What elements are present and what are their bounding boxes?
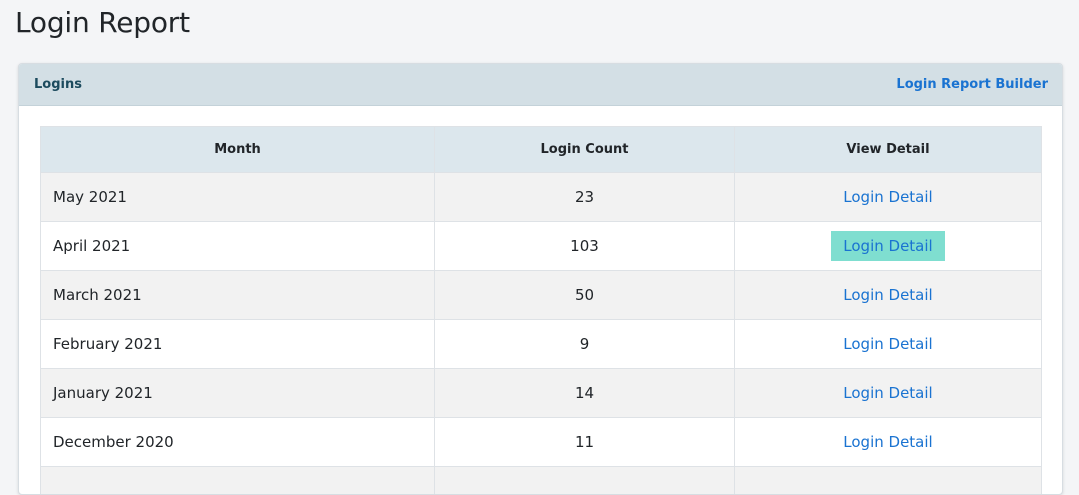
page-title: Login Report — [15, 6, 190, 39]
login-count-cell: 50 — [435, 271, 735, 320]
column-header-login-count[interactable]: Login Count — [435, 127, 735, 173]
table-row: March 2021 50 Login Detail — [41, 271, 1042, 320]
login-detail-link[interactable]: Login Detail — [831, 182, 944, 212]
card-title: Logins — [34, 77, 82, 92]
card-header: Logins Login Report Builder — [19, 64, 1062, 106]
login-detail-link[interactable]: Login Detail — [831, 231, 944, 261]
column-header-view-detail[interactable]: View Detail — [735, 127, 1042, 173]
view-detail-cell: Login Detail — [735, 222, 1042, 271]
month-cell: April 2021 — [41, 222, 435, 271]
column-header-month[interactable]: Month — [41, 127, 435, 173]
login-count-cell: 103 — [435, 222, 735, 271]
login-count-cell — [435, 467, 735, 495]
login-count-cell: 14 — [435, 369, 735, 418]
table-row: April 2021 103 Login Detail — [41, 222, 1042, 271]
view-detail-cell: Login Detail — [735, 320, 1042, 369]
month-cell: February 2021 — [41, 320, 435, 369]
table-row: February 2021 9 Login Detail — [41, 320, 1042, 369]
view-detail-cell: Login Detail — [735, 418, 1042, 467]
login-detail-link[interactable]: Login Detail — [831, 427, 944, 457]
table-row: December 2020 11 Login Detail — [41, 418, 1042, 467]
view-detail-cell: Login Detail — [735, 271, 1042, 320]
table-row: January 2021 14 Login Detail — [41, 369, 1042, 418]
table-row — [41, 467, 1042, 495]
login-count-cell: 11 — [435, 418, 735, 467]
view-detail-cell: Login Detail — [735, 369, 1042, 418]
month-cell: May 2021 — [41, 173, 435, 222]
view-detail-cell — [735, 467, 1042, 495]
login-report-builder-link[interactable]: Login Report Builder — [896, 77, 1048, 92]
month-cell: January 2021 — [41, 369, 435, 418]
login-detail-link[interactable]: Login Detail — [831, 378, 944, 408]
table-row: May 2021 23 Login Detail — [41, 173, 1042, 222]
logins-card: Logins Login Report Builder Month Login … — [18, 63, 1063, 495]
month-cell: December 2020 — [41, 418, 435, 467]
login-count-cell: 9 — [435, 320, 735, 369]
login-detail-link[interactable]: Login Detail — [831, 329, 944, 359]
view-detail-cell: Login Detail — [735, 173, 1042, 222]
month-cell — [41, 467, 435, 495]
month-cell: March 2021 — [41, 271, 435, 320]
login-detail-link[interactable] — [876, 484, 900, 495]
table-header-row: Month Login Count View Detail — [41, 127, 1042, 173]
logins-table: Month Login Count View Detail May 2021 2… — [40, 126, 1042, 495]
login-detail-link[interactable]: Login Detail — [831, 280, 944, 310]
login-count-cell: 23 — [435, 173, 735, 222]
